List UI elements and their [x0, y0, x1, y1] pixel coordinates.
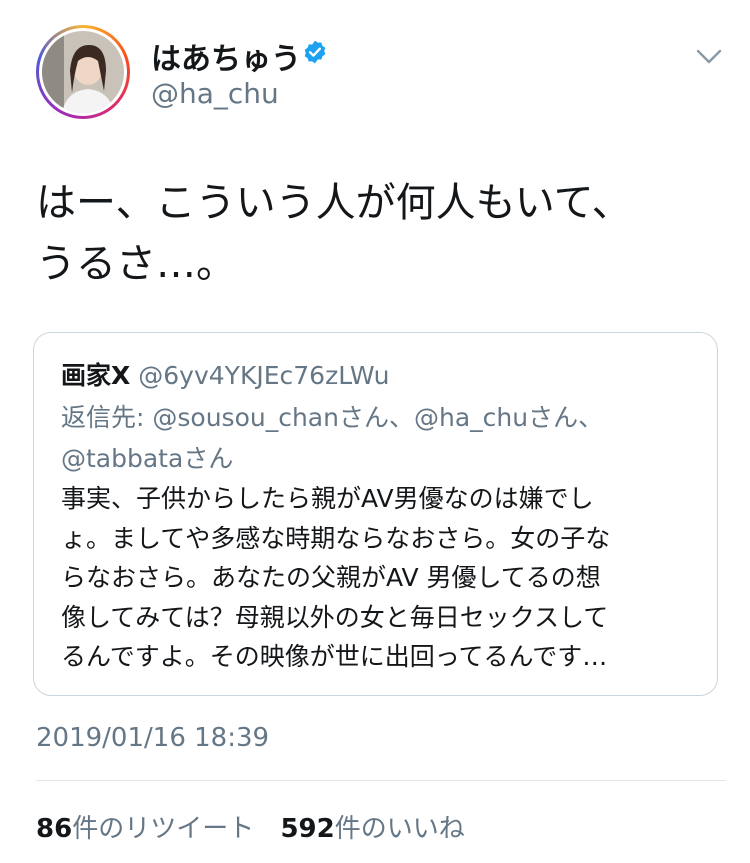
quoted-tweet-card[interactable]: 画家X @6yv4YKJEc76zLWu 返信先: @sousou_chanさん、…: [33, 332, 718, 696]
chevron-down-icon[interactable]: [696, 46, 722, 68]
reply-prefix: 返信先:: [61, 403, 153, 432]
quoted-body-line: 事実、子供からしたら親がAV男優なのは嫌でし: [61, 484, 594, 513]
tweet-text-line: はー、こういう人が何人もいて、: [36, 180, 632, 226]
tweet-timestamp[interactable]: 2019/01/16 18:39: [36, 723, 269, 753]
engagement-stats: 86件のリツイート 592件のいいね: [36, 808, 483, 845]
retweets-label: 件のリツイート: [72, 814, 255, 844]
display-name[interactable]: はあちゅう: [151, 34, 301, 78]
tweet-text: はー、こういう人が何人もいて、 うるさ…。: [36, 173, 726, 295]
quoted-author-name: 画家X: [61, 361, 131, 390]
quoted-tweet-header: 画家X @6yv4YKJEc76zLWu: [61, 356, 390, 392]
likes-label: 件のいいね: [334, 814, 465, 844]
quoted-author-handle: @6yv4YKJEc76zLWu: [138, 361, 390, 390]
quoted-body-line: らなおさら。あなたの父親がAV 男優してるの想: [61, 563, 601, 592]
mention-link[interactable]: @ha_chu: [414, 403, 528, 432]
avatar-frame: [39, 28, 127, 116]
avatar[interactable]: [36, 25, 130, 119]
retweets-stat[interactable]: 86件のリツイート: [36, 814, 254, 844]
divider: [36, 780, 726, 781]
reply-to-line: 返信先: @sousou_chanさん、@ha_chuさん、 @tabbataさん: [61, 397, 701, 479]
quoted-tweet-body: 事実、子供からしたら親がAV男優なのは嫌でし ょ。ましてや多感な時期ならなおさら…: [61, 479, 701, 677]
quoted-body-line: るんですよ。その映像が世に出回ってるんです…: [61, 642, 608, 671]
mention-link[interactable]: @tabbata: [61, 444, 183, 473]
likes-count: 592: [280, 814, 335, 844]
mention-suffix: さん、: [528, 403, 604, 432]
author-handle[interactable]: @ha_chu: [151, 77, 279, 110]
likes-stat[interactable]: 592件のいいね: [280, 814, 464, 844]
verified-badge-icon: [304, 40, 326, 64]
quoted-body-line: ょ。ましてや多感な時期ならなおさら。女の子な: [61, 523, 611, 553]
quoted-body-line: 像してみては？母親以外の女と毎日セックスして: [61, 602, 609, 632]
tweet-text-line: うるさ…。: [36, 241, 236, 287]
mention-suffix: さん: [183, 444, 234, 473]
mention-link[interactable]: @sousou_chan: [152, 403, 339, 432]
retweets-count: 86: [36, 814, 73, 844]
mention-suffix: さん、: [338, 403, 414, 432]
profile-photo: [42, 31, 124, 113]
